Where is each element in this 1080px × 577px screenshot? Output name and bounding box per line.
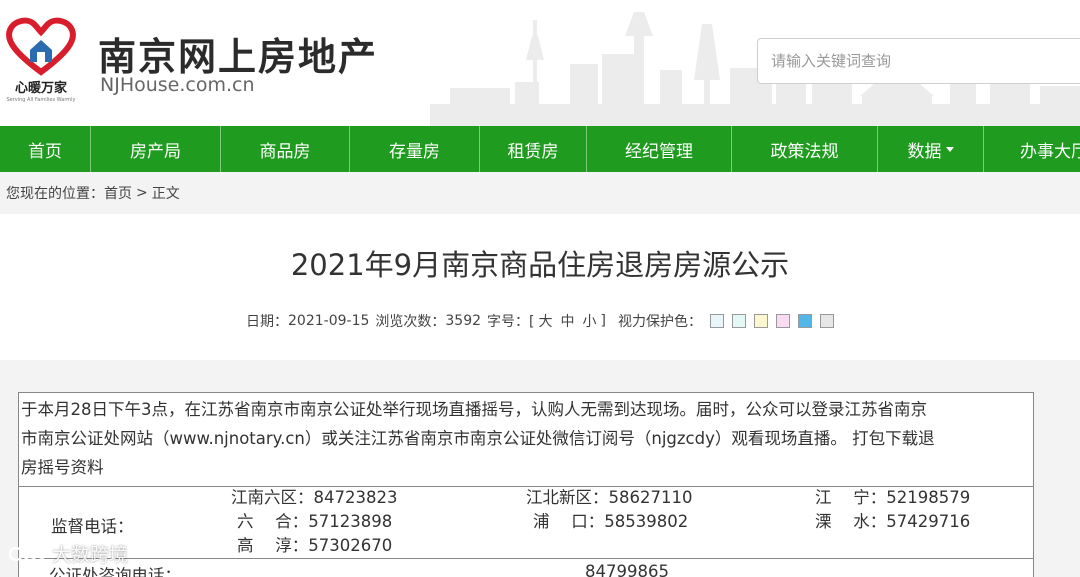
breadcrumb-home-link[interactable]: 首页 <box>104 183 132 203</box>
nav-item-label: 租赁房 <box>507 141 559 162</box>
nav-item-data[interactable]: 数据 <box>878 126 984 172</box>
nav-item-new-homes[interactable]: 商品房 <box>221 126 350 172</box>
article-header: 2021年9月南京商品住房退房房源公示 日期： 2021-09-15 浏览次数：… <box>0 214 1080 360</box>
phone-entry: 江 宁：52198579 <box>815 488 971 507</box>
phone-entry: 高 淳：57302670 <box>237 536 393 555</box>
nav-item-brokerage[interactable]: 经纪管理 <box>587 126 732 172</box>
page-title: 2021年9月南京商品住房退房房源公示 <box>290 248 790 282</box>
svg-text:Serving All Families Warmly: Serving All Families Warmly <box>6 97 75 103</box>
date-label: 日期： <box>246 314 289 330</box>
nav-item-label: 经纪管理 <box>625 141 693 162</box>
font-size-label: 字号：[ <box>487 314 535 330</box>
date-value: 2021-09-15 <box>288 313 370 329</box>
supervise-phones-row: 监督电话： 江南六区：84723823 江北新区：58627110 江 宁：52… <box>19 487 1033 559</box>
breadcrumb-current: 正文 <box>151 186 180 202</box>
nav-item-label: 办事大厅 <box>1020 141 1080 162</box>
watermark-logo-icon <box>9 546 47 561</box>
nav-item-label: 存量房 <box>389 141 440 162</box>
nav-item-housing-bureau[interactable]: 房产局 <box>91 126 221 172</box>
nav-item-home[interactable]: 首页 <box>0 126 91 172</box>
search-input[interactable] <box>758 39 1080 83</box>
notice-table: 于本月28日下午3点，在江苏省南京市南京公证处举行现场直播摇号，认购人无需到达现… <box>18 392 1034 577</box>
phone-entry: 溧 水：57429716 <box>815 512 971 531</box>
phone-entry: 浦 口：58539802 <box>533 512 689 531</box>
chevron-down-icon <box>945 146 954 152</box>
logo-heart-icon[interactable]: 心暖万家 Serving All Families Warmly <box>4 14 78 104</box>
phone-entry: 六 合：57123898 <box>237 512 393 531</box>
notice-line[interactable]: 房摇号资料 <box>21 453 1031 482</box>
site-title[interactable]: 南京网上房地产 <box>98 26 378 81</box>
article-meta: 日期： 2021-09-15 浏览次数： 3592 字号：[ 大 中 小 ] 视… <box>0 311 1080 331</box>
nav-item-label: 商品房 <box>259 141 311 162</box>
nav-item-service-hall[interactable]: 办事大厅 <box>984 126 1080 172</box>
nav-item-rentals[interactable]: 租赁房 <box>480 126 587 172</box>
eye-care-swatch[interactable] <box>753 314 768 328</box>
font-size-close: ] <box>600 313 606 329</box>
eye-care-label: 视力保护色： <box>617 314 702 330</box>
breadcrumb-prefix: 您现在的位置： <box>6 186 104 202</box>
font-size-large-button[interactable]: 大 <box>539 311 553 331</box>
breadcrumb-separator: > <box>136 185 148 201</box>
watermark-text: 大数跨境 <box>52 544 129 566</box>
eye-care-swatch[interactable] <box>797 314 812 328</box>
site-header: 心暖万家 Serving All Families Warmly 南京网上房地产… <box>0 0 1080 126</box>
consult-value: 84799865 <box>585 562 669 577</box>
nav-item-policy[interactable]: 政策法规 <box>732 126 878 172</box>
nav-item-label: 政策法规 <box>770 141 839 162</box>
supervise-label: 监督电话： <box>51 517 134 536</box>
svg-text:心暖万家: 心暖万家 <box>15 80 68 96</box>
font-size-medium-button[interactable]: 中 <box>561 311 575 331</box>
breadcrumb: 您现在的位置： 首页 > 正文 <box>0 172 1080 214</box>
nav-item-label: 数据 <box>907 141 942 162</box>
font-size-small-button[interactable]: 小 <box>583 311 597 331</box>
eye-care-swatch[interactable] <box>775 314 790 328</box>
views-value: 3592 <box>445 313 482 329</box>
consult-phone-row: 公证处咨询电话： 84799865 <box>19 559 1033 577</box>
watermark: 大数跨境 <box>8 540 128 567</box>
phone-entry: 江北新区：58627110 <box>526 488 693 507</box>
main-nav: 首页 房产局 商品房 存量房 租赁房 经纪管理 政策法规 数据 办事大厅 <box>0 126 1080 172</box>
search-box[interactable] <box>757 38 1080 84</box>
views-label: 浏览次数： <box>375 314 446 330</box>
eye-care-swatch[interactable] <box>731 314 746 328</box>
notice-text: 于本月28日下午3点，在江苏省南京市南京公证处举行现场直播摇号，认购人无需到达现… <box>19 393 1033 487</box>
nav-item-label: 房产局 <box>130 141 181 162</box>
site-domain: NJHouse.com.cn <box>100 74 255 96</box>
nav-item-resale-homes[interactable]: 存量房 <box>350 126 480 172</box>
nav-item-label: 首页 <box>28 141 62 162</box>
notice-line: 于本月28日下午3点，在江苏省南京市南京公证处举行现场直播摇号，认购人无需到达现… <box>21 400 927 419</box>
phone-entry: 江南六区：84723823 <box>231 488 398 507</box>
notice-line: 市南京公证处网站（www.njnotary.cn）或关注江苏省南京市南京公证处微… <box>21 429 935 448</box>
eye-care-swatch[interactable] <box>819 314 834 328</box>
eye-care-swatch[interactable] <box>709 314 724 328</box>
